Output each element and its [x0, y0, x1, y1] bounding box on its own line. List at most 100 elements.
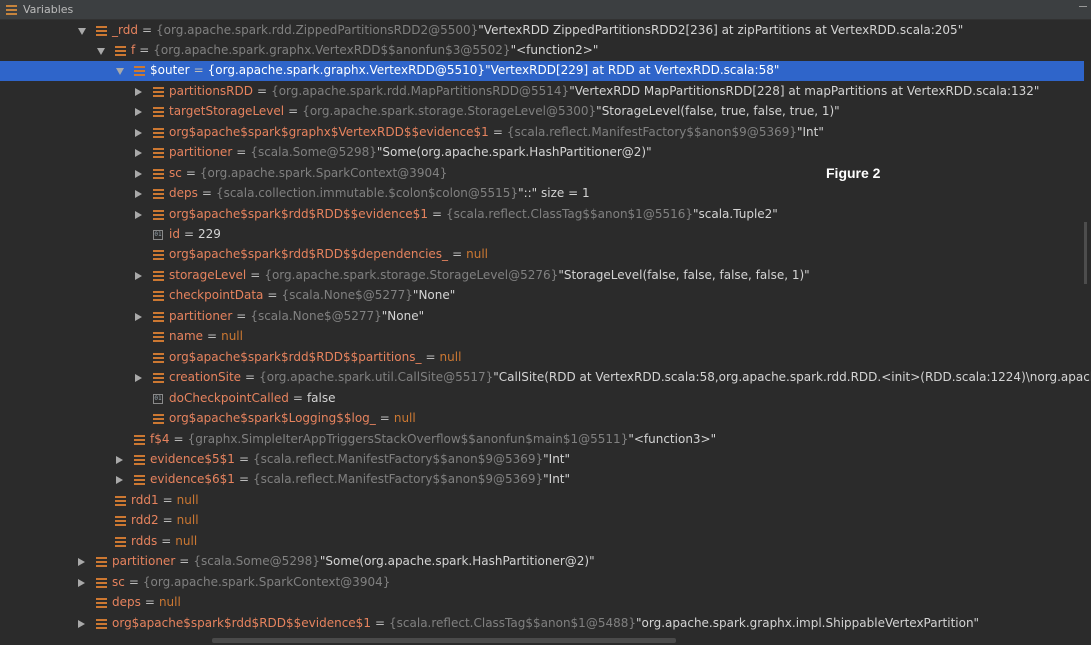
variable-row[interactable]: sc = {org.apache.spark.SparkContext@3904}	[0, 573, 1084, 593]
variable-name: partitioner	[112, 554, 176, 569]
variable-name: targetStorageLevel	[169, 104, 285, 119]
expand-arrow-icon[interactable]	[135, 108, 142, 117]
expand-arrow-icon[interactable]	[116, 476, 123, 485]
minimize-icon[interactable]	[1079, 6, 1087, 7]
object-field-icon	[96, 557, 107, 568]
variable-value: "StorageLevel(false, false, false, false…	[558, 267, 810, 282]
variable-name: org$apache$spark$graphx$VertexRDD$$evide…	[169, 124, 489, 139]
variable-name: checkpointData	[169, 288, 264, 303]
object-field-icon	[115, 536, 126, 547]
variable-text: deps = {scala.collection.immutable.$colon$…	[169, 186, 590, 200]
expand-arrow-icon[interactable]	[135, 169, 142, 178]
variable-value: "org.apache.spark.graphx.impl.ShippableV…	[636, 615, 980, 630]
variable-row[interactable]: deps = {scala.collection.immutable.$colon$…	[0, 184, 1084, 204]
variable-row[interactable]: org$apache$spark$rdd$RDD$$partitions_ = nu…	[0, 348, 1084, 368]
variable-type: {graphx.SimpleIterAppTriggersStackOverfl…	[187, 431, 629, 446]
variable-row[interactable]: partitioner = {scala.Some@5298} "Some(org.a…	[0, 143, 1084, 163]
variable-name: rdd1	[131, 492, 159, 507]
equals-sign: =	[185, 165, 196, 180]
horizontal-scrollbar[interactable]	[212, 638, 676, 643]
object-field-icon	[153, 107, 164, 118]
variable-text: org$apache$spark$rdd$RDD$$evidence$1 = {sc…	[112, 616, 979, 630]
variable-name: f$4	[150, 431, 170, 446]
variable-type: {scala.reflect.ManifestFactory$$anon$9@5…	[506, 124, 797, 139]
variable-row[interactable]: rdd2 = null	[0, 511, 1084, 531]
variable-text: evidence$6$1 = {scala.reflect.ManifestFact…	[150, 472, 570, 486]
variable-text: rdd2 = null	[131, 513, 199, 527]
expand-arrow-icon[interactable]	[135, 271, 142, 280]
variable-row[interactable]: creationSite = {org.apache.spark.util.Call…	[0, 368, 1091, 388]
variable-text: $outer = {org.apache.spark.graphx.VertexRD…	[150, 63, 779, 77]
variable-text: doCheckpointCalled = false	[169, 391, 336, 405]
variable-row[interactable]: evidence$6$1 = {scala.reflect.ManifestFact…	[0, 470, 1084, 490]
variable-name: org$apache$spark$rdd$RDD$$evidence$1	[169, 206, 428, 221]
variable-row[interactable]: sc = {org.apache.spark.SparkContext@3904}	[0, 164, 1084, 184]
variable-text: creationSite = {org.apache.spark.util.Call…	[169, 370, 1091, 384]
variables-tree[interactable]: _rdd = {org.apache.spark.rdd.ZippedPartiti…	[0, 20, 1091, 642]
object-field-icon	[153, 270, 164, 281]
expand-arrow-icon[interactable]	[78, 578, 85, 587]
variable-type: {scala.None$@5277}	[250, 308, 382, 323]
expand-arrow-icon[interactable]	[135, 312, 142, 321]
variable-row[interactable]: org$apache$spark$rdd$RDD$$evidence$1 = {sc…	[0, 614, 1084, 634]
variable-row[interactable]: f$4 = {graphx.SimpleIterAppTriggersStackOv…	[0, 430, 1084, 450]
object-field-icon	[134, 434, 145, 445]
variable-row[interactable]: org$apache$spark$rdd$RDD$$evidence$1 = {sc…	[0, 205, 1084, 225]
variable-row[interactable]: 01 id = 229	[0, 225, 1084, 245]
object-field-icon	[134, 475, 145, 486]
expand-arrow-icon[interactable]	[135, 128, 142, 137]
expand-arrow-icon[interactable]	[135, 87, 142, 96]
variable-row[interactable]: org$apache$spark$rdd$RDD$$dependencies_ =…	[0, 245, 1084, 265]
variable-row[interactable]: rdd1 = null	[0, 491, 1084, 511]
variable-row[interactable]: name = null	[0, 327, 1084, 347]
variable-row[interactable]: rdds = null	[0, 532, 1084, 552]
expand-arrow-icon[interactable]	[78, 558, 85, 567]
variable-row[interactable]: 01 doCheckpointCalled = false	[0, 389, 1084, 409]
variable-name: f	[131, 42, 136, 57]
variable-name: rdds	[131, 533, 158, 548]
equals-sign: =	[425, 349, 436, 364]
variable-text: partitionsRDD = {org.apache.spark.rdd.MapP…	[169, 84, 1039, 98]
variable-row[interactable]: targetStorageLevel = {org.apache.spark.sto…	[0, 102, 1084, 122]
variable-value: "CallSite(RDD at VertexRDD.scala:58,org.…	[493, 370, 1091, 385]
collapse-arrow-icon[interactable]	[97, 47, 105, 55]
object-field-icon	[153, 127, 164, 138]
variable-row[interactable]: partitioner = {scala.Some@5298} "Some(org.a…	[0, 552, 1084, 572]
variable-row[interactable]: checkpointData = {scala.None$@5277} "None"	[0, 286, 1084, 306]
expand-arrow-icon[interactable]	[135, 210, 142, 219]
variable-row[interactable]: deps = null	[0, 593, 1084, 613]
variable-type: {org.apache.spark.SparkContext@3904}	[199, 165, 448, 180]
collapse-arrow-icon[interactable]	[78, 27, 86, 35]
expand-arrow-icon[interactable]	[116, 455, 123, 464]
collapse-arrow-icon[interactable]	[116, 68, 124, 76]
variable-type: {org.apache.spark.storage.StorageLevel@5…	[302, 104, 597, 119]
variable-value: null	[221, 329, 243, 344]
equals-sign: =	[257, 83, 268, 98]
expand-arrow-icon[interactable]	[135, 374, 142, 383]
variable-row[interactable]: storageLevel = {org.apache.spark.storage.S…	[0, 266, 1084, 286]
variable-row[interactable]: _rdd = {org.apache.spark.rdd.ZippedPartiti…	[0, 21, 1084, 41]
variable-row[interactable]: f = {org.apache.spark.graphx.VertexRDD$$an…	[0, 41, 1084, 61]
variable-row[interactable]: $outer = {org.apache.spark.graphx.VertexRD…	[0, 61, 1084, 82]
object-field-icon	[153, 414, 164, 425]
variable-row[interactable]: partitionsRDD = {org.apache.spark.rdd.MapP…	[0, 82, 1084, 102]
variable-row[interactable]: evidence$5$1 = {scala.reflect.ManifestFact…	[0, 450, 1084, 470]
expand-arrow-icon[interactable]	[135, 190, 142, 199]
expand-arrow-icon[interactable]	[78, 619, 85, 628]
object-field-icon	[153, 209, 164, 220]
variable-row[interactable]: partitioner = {scala.None$@5277} "None"	[0, 307, 1084, 327]
equals-sign: =	[139, 42, 150, 57]
variable-name: org$apache$spark$rdd$RDD$$dependencies_	[169, 247, 449, 262]
variable-value: "<function3>"	[628, 431, 717, 446]
variable-text: org$apache$spark$rdd$RDD$$evidence$1 = {sc…	[169, 207, 778, 221]
equals-sign: =	[162, 492, 173, 507]
object-field-icon	[153, 86, 164, 97]
variable-row[interactable]: org$apache$spark$Logging$$log_ = null	[0, 409, 1084, 429]
expand-arrow-icon[interactable]	[135, 149, 142, 158]
variable-value: "VertexRDD MapPartitionsRDD[228] at mapP…	[569, 83, 1040, 98]
variable-name: org$apache$spark$Logging$$log_	[169, 411, 376, 426]
variable-row[interactable]: org$apache$spark$graphx$VertexRDD$$evide…	[0, 123, 1084, 143]
vertical-scrollbar[interactable]	[1084, 222, 1087, 284]
variable-name: creationSite	[169, 370, 242, 385]
equals-sign: =	[292, 390, 303, 405]
